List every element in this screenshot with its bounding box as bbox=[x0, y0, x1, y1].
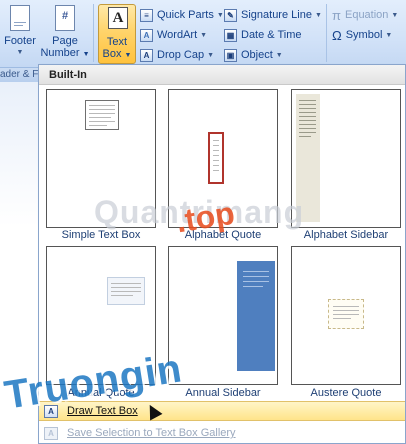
gallery-item-annual-sidebar[interactable] bbox=[168, 246, 278, 385]
save-selection-menu-item[interactable]: A Save Selection to Text Box Gallery bbox=[39, 423, 405, 443]
gallery-item-alphabet-sidebar[interactable] bbox=[291, 89, 401, 228]
chevron-down-icon: ▼ bbox=[391, 11, 399, 19]
signature-line-button[interactable]: ✎ Signature Line ▼ bbox=[224, 6, 322, 24]
signature-line-label: Signature Line bbox=[241, 9, 312, 21]
text-box-icon: A bbox=[104, 5, 130, 33]
symbol-button[interactable]: Ω Symbol ▼ bbox=[332, 26, 392, 44]
quick-parts-label: Quick Parts bbox=[157, 9, 214, 21]
annual-sidebar-preview bbox=[237, 261, 275, 371]
page-number-label-2: Number ▼ bbox=[40, 47, 90, 59]
pi-icon: π bbox=[332, 7, 341, 23]
calendar-icon: ▦ bbox=[224, 28, 237, 42]
page-number-button[interactable]: # Page Number ▼ bbox=[40, 4, 90, 64]
ribbon-divider bbox=[93, 4, 94, 62]
chevron-down-icon: ▼ bbox=[385, 31, 393, 39]
drop-cap-button[interactable]: A Drop Cap ▼ bbox=[140, 46, 214, 64]
save-selection-icon: A bbox=[44, 426, 58, 440]
ribbon-insert-tab: Footer ▼ # Page Number ▼ A Text Box ▼ ≡ … bbox=[0, 0, 406, 68]
chevron-down-icon: ▼ bbox=[275, 51, 283, 59]
quick-parts-icon: ≡ bbox=[140, 8, 153, 22]
page-number-label: Page bbox=[52, 35, 78, 47]
save-selection-label: Save Selection to Text Box Gallery bbox=[67, 427, 236, 439]
gallery-item-austere-quote[interactable] bbox=[291, 246, 401, 385]
header-footer-group-label: ader & F bbox=[0, 68, 40, 82]
object-label: Object bbox=[241, 49, 273, 61]
date-time-label: Date & Time bbox=[241, 29, 302, 41]
annual-quote-preview bbox=[107, 277, 145, 305]
chevron-down-icon: ▼ bbox=[216, 11, 224, 19]
ribbon-divider bbox=[326, 4, 327, 62]
object-button[interactable]: ▣ Object ▼ bbox=[224, 46, 283, 64]
chevron-down-icon: ▼ bbox=[314, 11, 322, 19]
gallery-item-label: Austere Quote bbox=[310, 387, 382, 399]
equation-label: Equation bbox=[344, 9, 389, 21]
omega-icon: Ω bbox=[332, 27, 342, 43]
drop-cap-label: Drop Cap bbox=[157, 49, 205, 61]
gallery-header-built-in: Built-In bbox=[39, 65, 405, 85]
wordart-button[interactable]: A WordArt ▼ bbox=[140, 26, 207, 44]
wordart-label: WordArt bbox=[157, 29, 198, 41]
footer-icon bbox=[7, 4, 33, 32]
equation-button[interactable]: π Equation ▼ bbox=[332, 6, 398, 24]
alphabet-quote-preview bbox=[208, 132, 224, 184]
text-box-label: Text bbox=[106, 36, 128, 48]
chevron-down-icon: ▼ bbox=[200, 31, 208, 39]
chevron-down-icon: ▼ bbox=[207, 51, 215, 59]
footer-label: Footer bbox=[4, 35, 36, 47]
simple-text-box-preview bbox=[85, 100, 119, 130]
text-box-label-2: Box ▼ bbox=[102, 48, 132, 60]
quick-parts-button[interactable]: ≡ Quick Parts ▼ bbox=[140, 6, 224, 24]
wordart-icon: A bbox=[140, 28, 153, 42]
page-number-icon: # bbox=[52, 4, 78, 32]
austere-quote-preview bbox=[328, 299, 364, 329]
drop-cap-icon: A bbox=[140, 48, 153, 62]
footer-button[interactable]: Footer ▼ bbox=[2, 4, 38, 64]
chevron-down-icon: ▼ bbox=[16, 49, 24, 56]
object-icon: ▣ bbox=[224, 48, 237, 62]
text-box-button[interactable]: A Text Box ▼ bbox=[98, 4, 136, 64]
signature-line-icon: ✎ bbox=[224, 8, 237, 22]
date-time-button[interactable]: ▦ Date & Time bbox=[224, 26, 302, 44]
symbol-label: Symbol bbox=[345, 29, 383, 41]
